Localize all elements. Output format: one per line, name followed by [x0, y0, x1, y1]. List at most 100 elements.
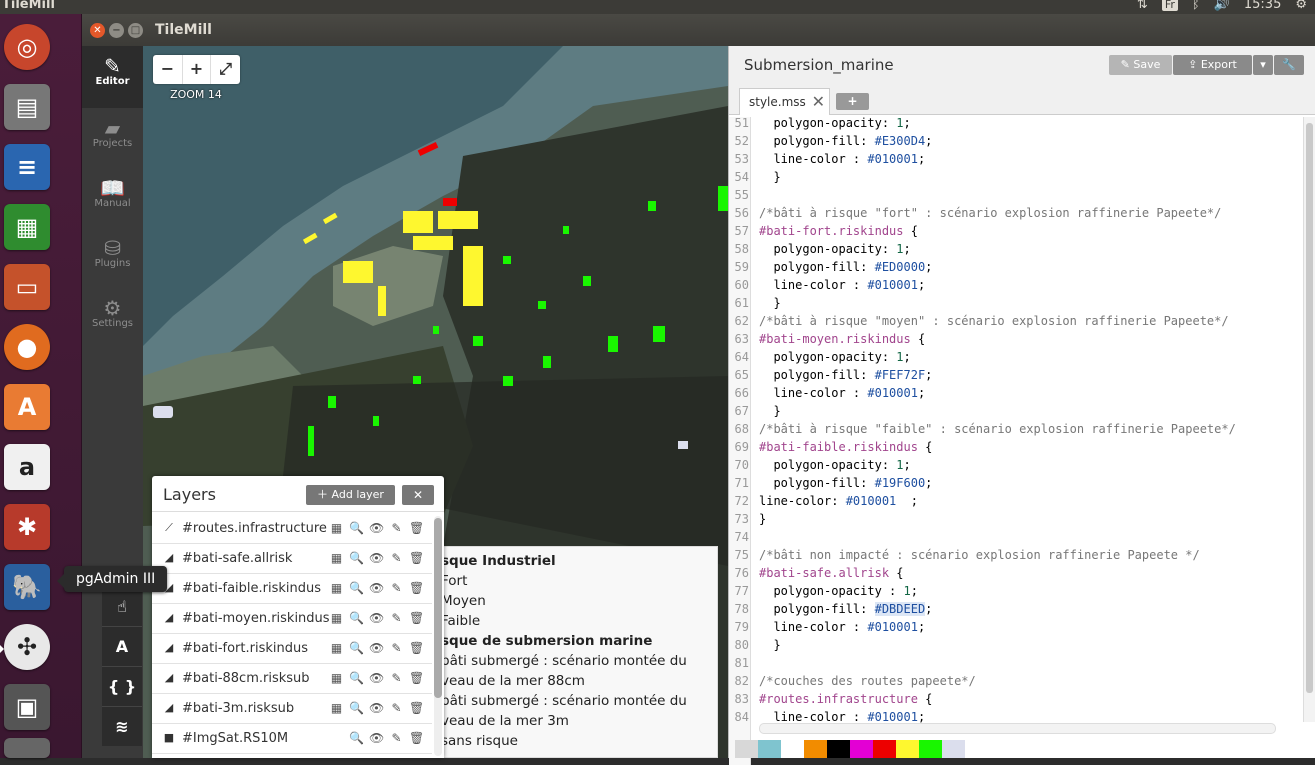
pencil-icon[interactable]: ✎	[389, 551, 404, 565]
code-area[interactable]: 51 polygon-opacity: 1; 52 polygon-fill: #…	[729, 117, 1302, 765]
code-line[interactable]: 76 #bati-safe.allrisk {	[729, 564, 904, 582]
clock[interactable]: 15:35	[1244, 0, 1281, 12]
save-disk-icon[interactable]: ▣	[4, 684, 50, 730]
window-maximize-button[interactable]: □	[128, 23, 143, 38]
impress-icon[interactable]: ▭	[4, 264, 50, 310]
code-line[interactable]: 80 }	[729, 636, 781, 654]
code-line[interactable]: 62 /*bâti à risque "moyen" : scénario exp…	[729, 312, 1229, 330]
code-line[interactable]: 61 }	[729, 294, 781, 312]
session-gear-icon[interactable]: ⚙	[1295, 0, 1307, 12]
trash-icon[interactable]: 🗑	[409, 521, 424, 535]
calc-icon[interactable]: ▦	[4, 204, 50, 250]
bluetooth-icon[interactable]: ᛒ	[1192, 0, 1200, 12]
layer-row[interactable]: ◢ #bati-88cm.risksub ▦ 🔍 👁 ✎ 🗑	[152, 664, 432, 694]
color-swatch[interactable]	[942, 740, 965, 758]
code-line[interactable]: 53 line-color : #010001;	[729, 150, 926, 168]
code-line[interactable]: 79 line-color : #010001;	[729, 618, 926, 636]
search-icon[interactable]: 🔍	[349, 551, 364, 565]
search-icon[interactable]: 🔍	[349, 611, 364, 625]
code-line[interactable]: 72 line-color: #010001 ;	[729, 492, 918, 510]
pencil-icon[interactable]: ✎	[389, 611, 404, 625]
search-icon[interactable]: 🔍	[349, 731, 364, 745]
search-icon[interactable]: 🔍	[349, 581, 364, 595]
code-line[interactable]: 64 polygon-opacity: 1;	[729, 348, 911, 366]
rail-manual[interactable]: 📖 Manual	[82, 168, 143, 228]
layer-row[interactable]: ⟋ #routes.infrastructure ▦ 🔍 👁 ✎ 🗑	[152, 514, 432, 544]
carto-reference-button[interactable]: { }	[102, 666, 142, 706]
layers-scroll-thumb[interactable]	[434, 518, 442, 698]
code-line[interactable]: 51 polygon-opacity: 1;	[729, 117, 911, 132]
editor-scroll-thumb[interactable]	[1306, 123, 1313, 693]
layer-row[interactable]: ◢ #bati-fort.riskindus ▦ 🔍 👁 ✎ 🗑	[152, 634, 432, 664]
keyboard-layout-indicator[interactable]: Fr	[1161, 0, 1178, 11]
code-line[interactable]: 74	[729, 528, 749, 546]
window-close-button[interactable]: ✕	[90, 23, 105, 38]
layer-row[interactable]: ◢ #bati-faible.riskindus ▦ 🔍 👁 ✎ 🗑	[152, 574, 432, 604]
table-icon[interactable]: ▦	[329, 701, 344, 715]
export-button[interactable]: ⇪ Export	[1173, 55, 1252, 75]
save-button[interactable]: ✎ Save	[1109, 55, 1172, 75]
pencil-icon[interactable]: ✎	[389, 671, 404, 685]
color-swatch[interactable]	[758, 740, 781, 758]
code-line[interactable]: 78 polygon-fill: #DBDEED;	[729, 600, 932, 618]
table-icon[interactable]: ▦	[329, 641, 344, 655]
color-swatch[interactable]	[781, 740, 804, 758]
color-swatch[interactable]	[827, 740, 850, 758]
table-icon[interactable]: ▦	[329, 671, 344, 685]
ubuntu-dash-icon[interactable]: ◎	[4, 24, 50, 70]
network-icon[interactable]: ⇅	[1137, 0, 1148, 12]
window-minimize-button[interactable]: −	[109, 23, 124, 38]
font-tool-button[interactable]: A	[102, 626, 142, 666]
layers-toggle-icon[interactable]: ≋	[102, 706, 142, 746]
code-line[interactable]: 58 polygon-opacity: 1;	[729, 240, 911, 258]
editor-vertical-scrollbar[interactable]	[1303, 117, 1315, 722]
rail-editor[interactable]: ✎ Editor	[82, 46, 143, 108]
code-line[interactable]: 69 #bati-faible.riskindus {	[729, 438, 933, 456]
eye-icon[interactable]: 👁	[369, 731, 384, 745]
trash-icon[interactable]: 🗑	[409, 731, 424, 745]
code-line[interactable]: 66 line-color : #010001;	[729, 384, 926, 402]
pencil-icon[interactable]: ✎	[389, 521, 404, 535]
code-line[interactable]: 82 /*couches des routes papeete*/	[729, 672, 976, 690]
eye-icon[interactable]: 👁	[369, 521, 384, 535]
code-line[interactable]: 54 }	[729, 168, 781, 186]
export-dropdown-chevron-icon[interactable]: ▾	[1253, 55, 1273, 75]
code-line[interactable]: 65 polygon-fill: #FEF72F;	[729, 366, 933, 384]
code-line[interactable]: 67 }	[729, 402, 781, 420]
trash-icon[interactable]: 🗑	[409, 551, 424, 565]
code-line[interactable]: 84 line-color : #010001;	[729, 708, 926, 726]
amazon-icon[interactable]: a	[4, 444, 50, 490]
code-line[interactable]: 83 #routes.infrastructure {	[729, 690, 933, 708]
trash-icon[interactable]: 🗑	[409, 581, 424, 595]
tilemill-icon[interactable]: ✣	[4, 624, 50, 670]
add-layer-button[interactable]: ＋ Add layer	[306, 485, 395, 505]
files-icon[interactable]: ▤	[4, 84, 50, 130]
color-swatch[interactable]	[896, 740, 919, 758]
fullscreen-icon[interactable]: ⤢	[211, 55, 240, 84]
code-line[interactable]: 73}	[729, 510, 767, 528]
trash-icon[interactable]: 🗑	[409, 701, 424, 715]
table-icon[interactable]: ▦	[329, 581, 344, 595]
code-line[interactable]: 81	[729, 654, 749, 672]
rail-plugins[interactable]: ⛁ Plugins	[82, 228, 143, 288]
editor-horizontal-scrollbar[interactable]	[759, 723, 1276, 734]
search-icon[interactable]: 🔍	[349, 701, 364, 715]
pencil-icon[interactable]: ✎	[389, 731, 404, 745]
code-line[interactable]: 77 polygon-opacity : 1;	[729, 582, 918, 600]
color-swatch[interactable]	[850, 740, 873, 758]
rail-settings[interactable]: ⚙ Settings	[82, 288, 143, 348]
trash-icon[interactable]: 🗑	[409, 641, 424, 655]
close-tab-icon[interactable]: ✕	[812, 92, 825, 111]
zoom-out-button[interactable]: −	[153, 55, 182, 84]
wrench-icon[interactable]: 🔧	[1274, 55, 1304, 75]
eye-icon[interactable]: 👁	[369, 701, 384, 715]
color-swatch[interactable]	[804, 740, 827, 758]
code-line[interactable]: 75 /*bâti non impacté : scénario explosio…	[729, 546, 1200, 564]
code-line[interactable]: 59 polygon-fill: #ED0000;	[729, 258, 933, 276]
pan-hand-icon[interactable]: ☝	[102, 586, 142, 626]
layer-row[interactable]: ◢ #bati-moyen.riskindus ▦ 🔍 👁 ✎ 🗑	[152, 604, 432, 634]
pencil-icon[interactable]: ✎	[389, 701, 404, 715]
layers-scrollbar[interactable]	[434, 516, 442, 756]
code-line[interactable]: 70 polygon-opacity: 1;	[729, 456, 911, 474]
color-swatch[interactable]	[873, 740, 896, 758]
